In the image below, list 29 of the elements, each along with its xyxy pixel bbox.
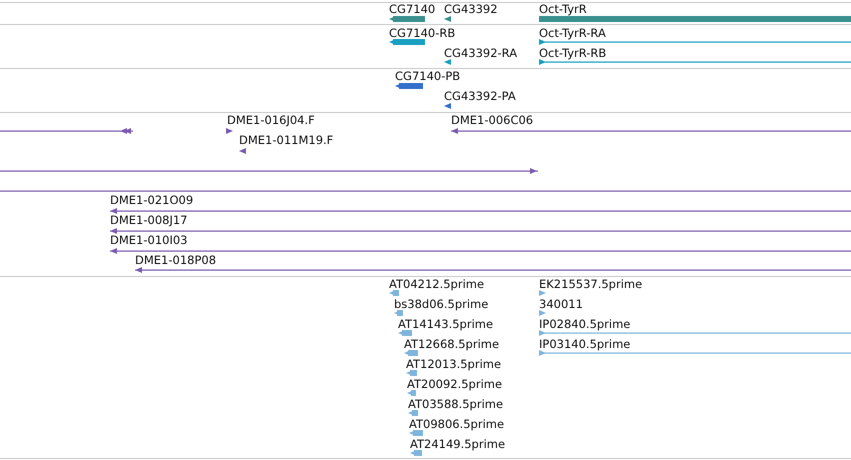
feature-label: DME1-006C06 bbox=[451, 114, 534, 127]
feature-label: DME1-010I03 bbox=[110, 234, 188, 247]
feature-label: EK215537.5prime bbox=[539, 278, 642, 291]
feature-label: AT14143.5prime bbox=[398, 318, 494, 331]
feature-label: CG43392-RA bbox=[444, 47, 518, 60]
feature-label: AT03588.5prime bbox=[408, 398, 504, 411]
feature-label: CG43392 bbox=[444, 3, 498, 16]
feature-label: Oct-TyrR-RA bbox=[539, 27, 606, 40]
feature-label: DME1-008J17 bbox=[110, 214, 188, 227]
feature-label: DME1-011M19.F bbox=[239, 134, 334, 147]
feature-label: IP02840.5prime bbox=[539, 318, 630, 331]
feature-label: AT20092.5prime bbox=[407, 378, 502, 391]
feature-label: DME1-016J04.F bbox=[227, 114, 315, 127]
feature-label: CG7140-RB bbox=[389, 27, 456, 40]
feature-label: AT24149.5prime bbox=[410, 438, 506, 451]
feature-label: AT12668.5prime bbox=[404, 338, 500, 351]
feature-label: CG43392-PA bbox=[444, 90, 516, 103]
feature-label: AT04212.5prime bbox=[389, 278, 484, 291]
feature-label: bs38d06.5prime bbox=[394, 298, 488, 311]
feature-label: Oct-TyrR-RB bbox=[539, 47, 606, 60]
feature-label: DME1-018P08 bbox=[135, 254, 216, 267]
feature-label: Oct-TyrR bbox=[539, 3, 587, 16]
feature-label: IP03140.5prime bbox=[539, 338, 630, 351]
feature-label: CG7140 bbox=[389, 3, 436, 16]
feature-label: 340011 bbox=[539, 298, 583, 311]
feature-label: CG7140-PB bbox=[395, 70, 460, 83]
feature-label: DME1-021O09 bbox=[110, 194, 194, 207]
feature-label: AT09806.5prime bbox=[409, 418, 504, 431]
feature-label: AT12013.5prime bbox=[406, 358, 502, 371]
